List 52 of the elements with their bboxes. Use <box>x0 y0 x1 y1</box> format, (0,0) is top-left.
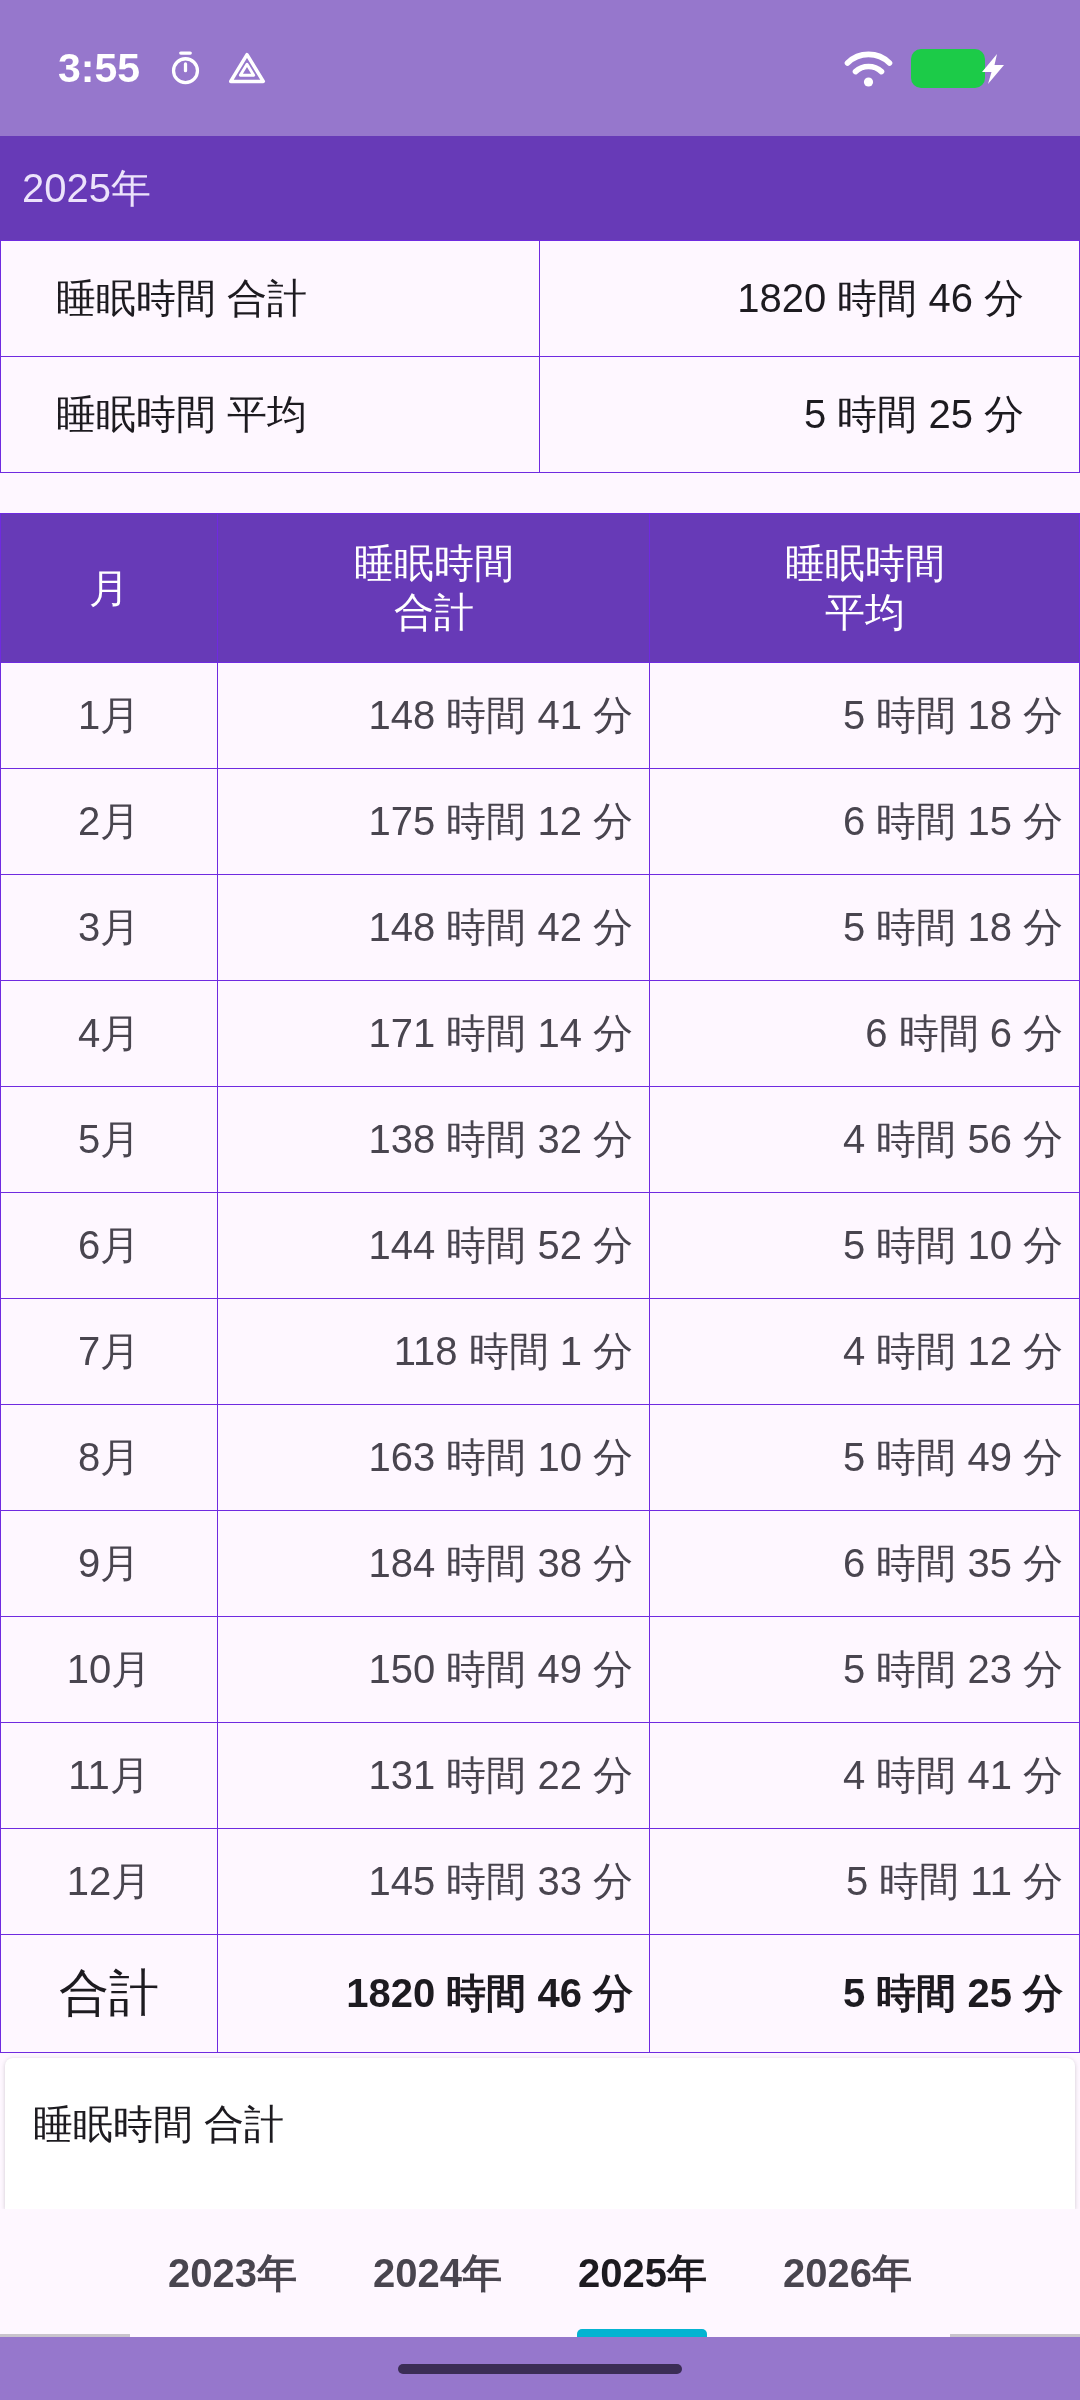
monthly-average: 5 時間 23 分 <box>842 1647 1063 1691</box>
monthly-average: 5 時間 18 分 <box>842 693 1063 737</box>
monthly-average: 4 時間 41 分 <box>842 1753 1063 1797</box>
monthly-average: 6 時間 15 分 <box>842 799 1063 843</box>
monthly-total: 118 時間 1 分 <box>393 1329 633 1373</box>
yearly-total: 1820 時間 46 分 <box>346 1971 633 2015</box>
monthly-total: 148 時間 42 分 <box>368 905 633 949</box>
month-label: 9月 <box>77 1541 141 1585</box>
month-label: 10月 <box>66 1647 152 1691</box>
column-header: 睡眠時間 合計 <box>353 541 514 634</box>
monthly-total: 175 時間 12 分 <box>368 799 633 843</box>
monthly-total: 148 時間 41 分 <box>368 693 633 737</box>
month-label: 7月 <box>77 1329 141 1373</box>
summary-label: 睡眠時間 平均 <box>56 392 308 436</box>
month-label: 3月 <box>77 905 141 949</box>
monthly-total: 144 時間 52 分 <box>368 1223 633 1267</box>
monthly-average: 5 時間 18 分 <box>842 905 1063 949</box>
month-label: 8月 <box>77 1435 141 1479</box>
battery-charging-icon <box>911 48 1006 88</box>
column-header: 睡眠時間 平均 <box>784 541 945 634</box>
month-label: 2月 <box>77 799 141 843</box>
monthly-average: 5 時間 11 分 <box>845 1859 1063 1903</box>
yearly-average: 5 時間 25 分 <box>842 1971 1063 2015</box>
monthly-total: 138 時間 32 分 <box>368 1117 633 1161</box>
card-title: 睡眠時間 合計 <box>33 2102 285 2146</box>
monthly-average: 4 時間 56 分 <box>842 1117 1063 1161</box>
triangle-icon <box>228 52 267 84</box>
monthly-total: 171 時間 14 分 <box>368 1011 633 1055</box>
totals-label: 合計 <box>59 1965 159 2021</box>
monthly-total: 163 時間 10 分 <box>368 1435 633 1479</box>
summary-value: 1820 時間 46 分 <box>737 276 1024 320</box>
monthly-average: 5 時間 10 分 <box>842 1223 1063 1267</box>
monthly-average: 5 時間 49 分 <box>842 1435 1063 1479</box>
summary-value: 5 時間 25 分 <box>803 392 1024 436</box>
monthly-total: 184 時間 38 分 <box>368 1541 633 1585</box>
month-label: 6月 <box>77 1223 141 1267</box>
monthly-total: 145 時間 33 分 <box>368 1859 633 1903</box>
month-label: 1月 <box>77 693 141 737</box>
column-header: 月 <box>89 565 129 610</box>
month-label: 4月 <box>77 1011 141 1055</box>
app-bar-title: 2025年 <box>22 164 151 212</box>
monthly-average: 6 時間 35 分 <box>842 1541 1063 1585</box>
monthly-total: 131 時間 22 分 <box>368 1753 633 1797</box>
month-label: 12月 <box>66 1859 152 1903</box>
month-label: 11月 <box>68 1753 150 1797</box>
status-time: 3:55 <box>58 47 141 89</box>
monthly-average: 4 時間 12 分 <box>842 1329 1063 1373</box>
monthly-average: 6 時間 6 分 <box>865 1011 1063 1055</box>
month-label: 5月 <box>77 1117 141 1161</box>
monthly-total: 150 時間 49 分 <box>368 1647 633 1691</box>
summary-label: 睡眠時間 合計 <box>56 276 308 320</box>
wifi-icon <box>844 49 893 87</box>
